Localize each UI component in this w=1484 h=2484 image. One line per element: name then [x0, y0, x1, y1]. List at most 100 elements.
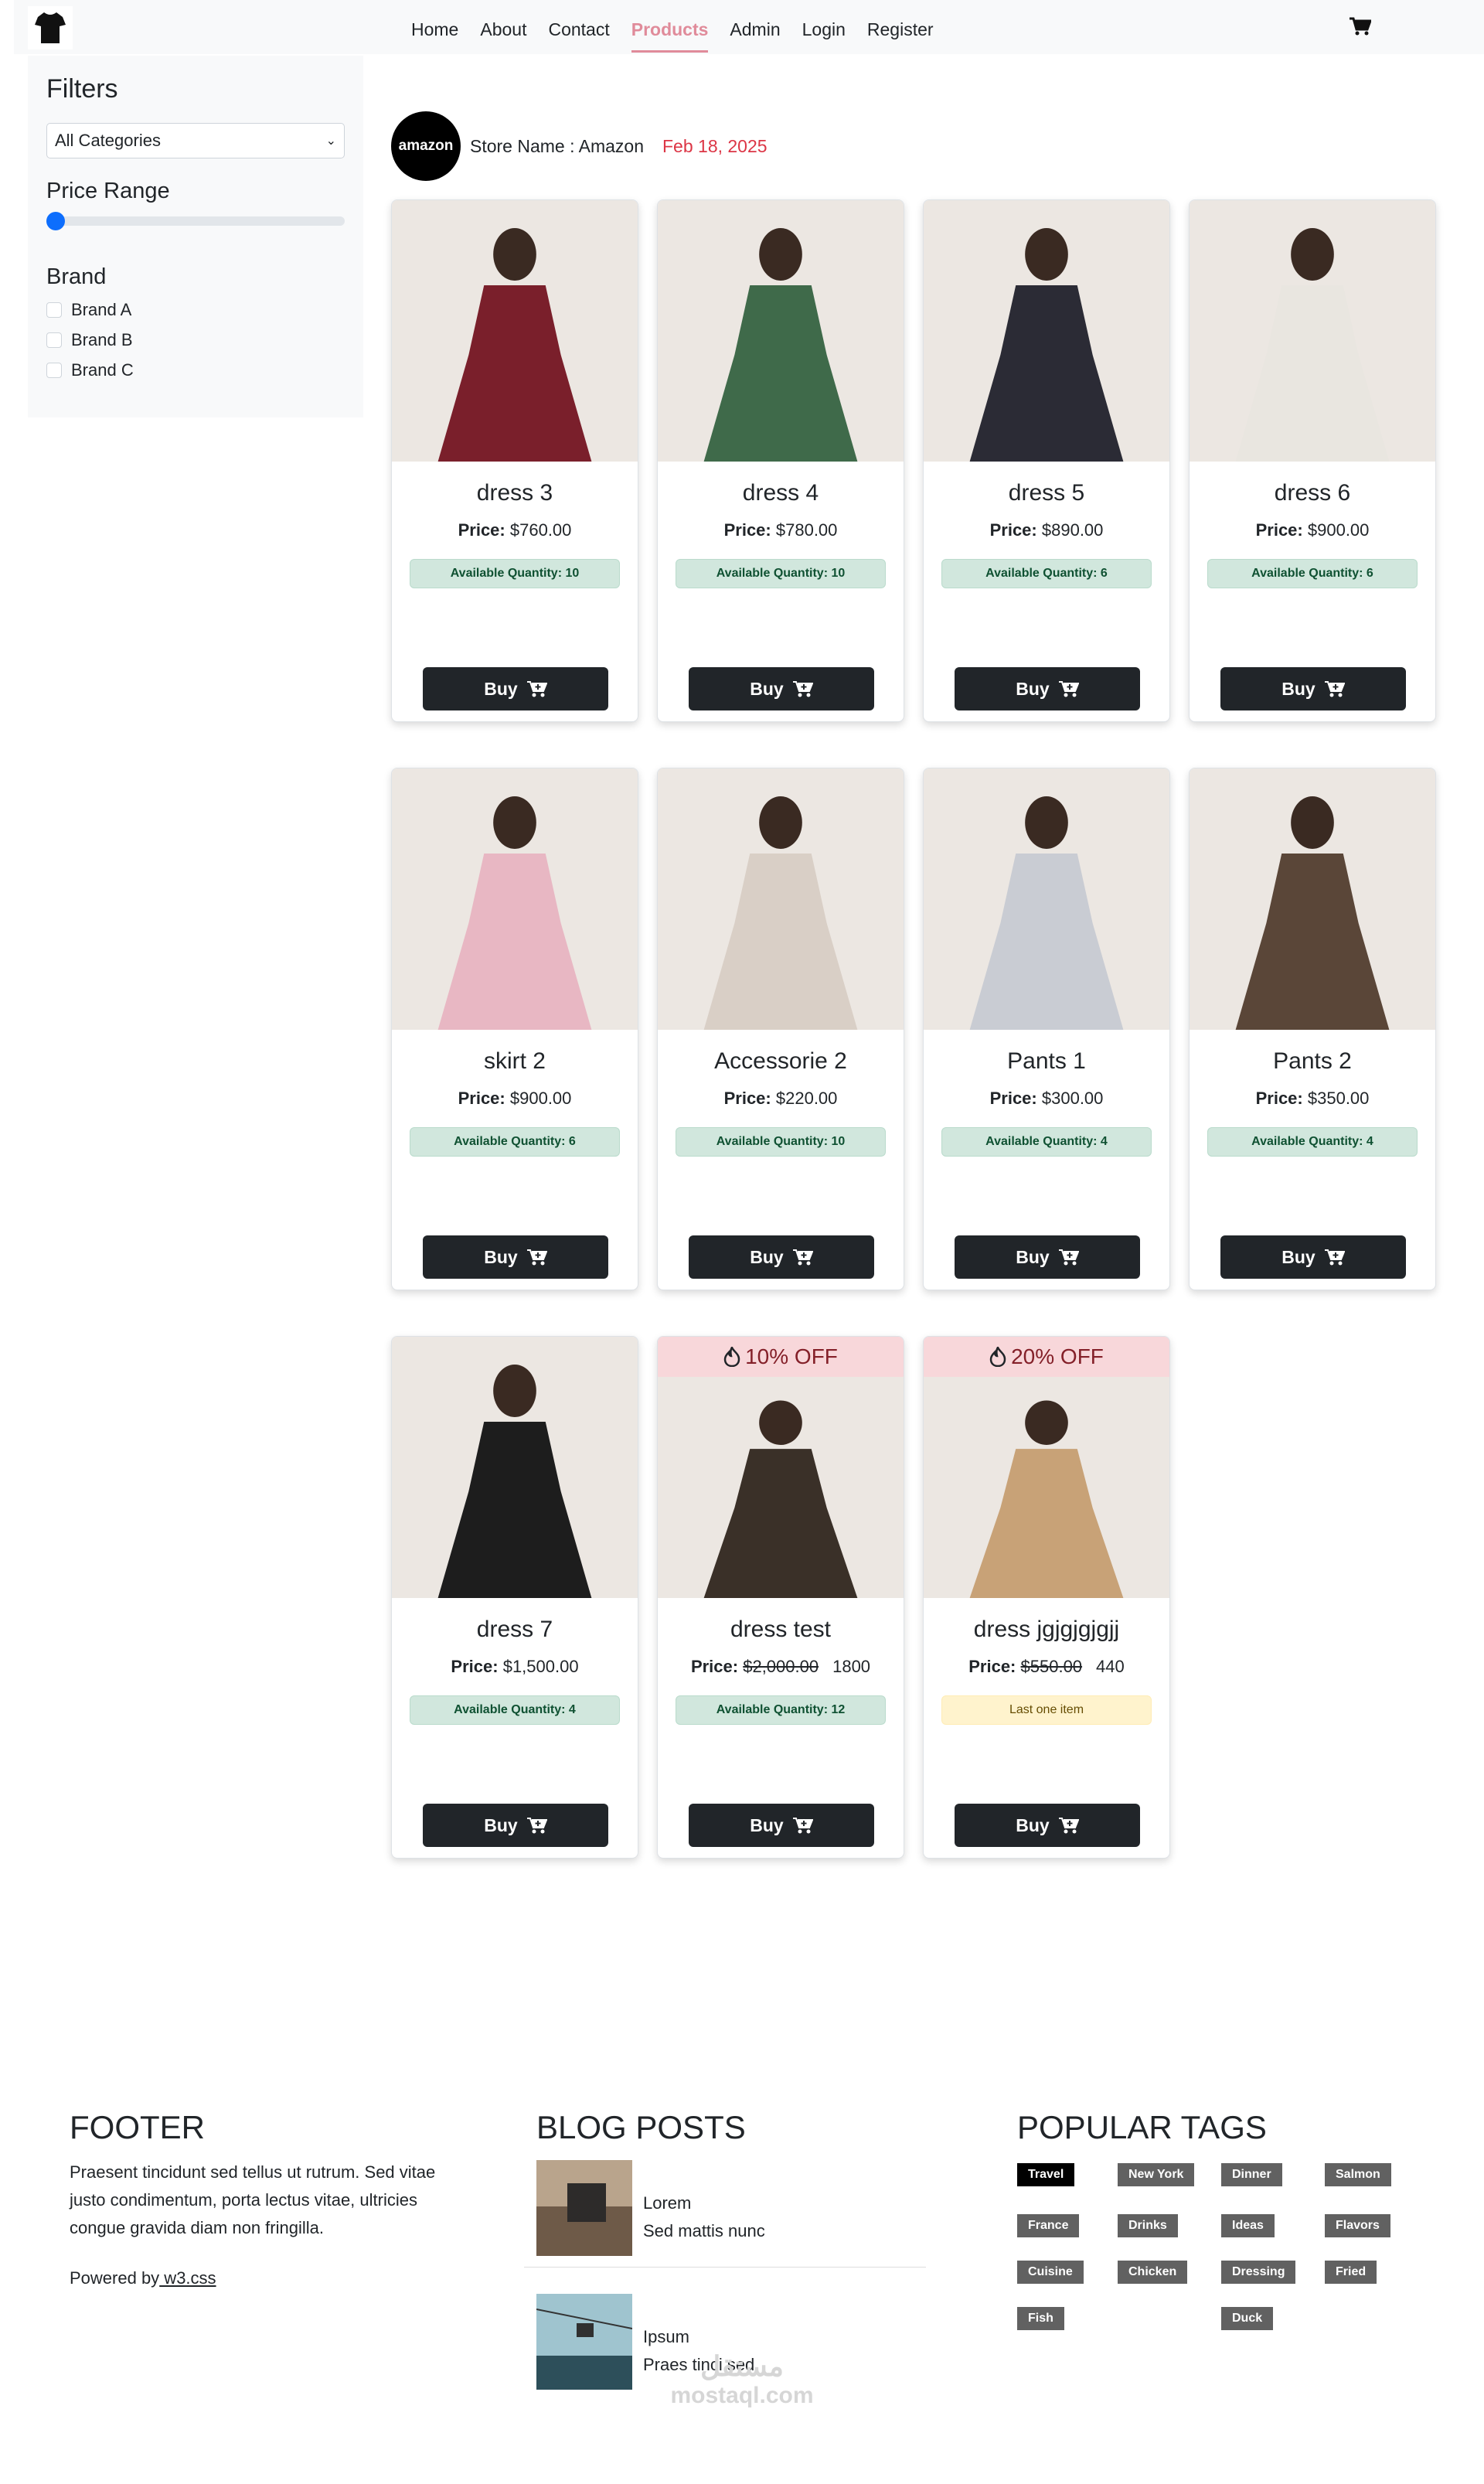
product-title[interactable]: dress 7 [392, 1617, 638, 1643]
product-title[interactable]: dress 5 [924, 480, 1169, 506]
site-logo[interactable] [28, 6, 73, 49]
brand-option-b[interactable]: Brand B [46, 325, 345, 355]
cart-plus-icon [792, 1818, 813, 1834]
shirt-logo-icon [35, 12, 66, 43]
quantity-badge: Available Quantity: 6 [1207, 559, 1418, 588]
price-range-slider[interactable] [46, 212, 345, 230]
product-title[interactable]: Pants 2 [1190, 1048, 1435, 1075]
brand-a-checkbox[interactable] [46, 302, 62, 318]
product-title[interactable]: Accessorie 2 [658, 1048, 904, 1075]
buy-button[interactable]: Buy [689, 667, 874, 710]
brand-option-a[interactable]: Brand A [46, 295, 345, 325]
product-image[interactable] [1190, 768, 1435, 1030]
product-card[interactable]: dress 6 Price: $900.00 Available Quantity:… [1189, 199, 1436, 722]
product-image[interactable] [392, 1337, 638, 1598]
tag-france[interactable]: France [1017, 2214, 1080, 2237]
tags-title: POPULAR TAGS [1017, 2109, 1267, 2145]
buy-button[interactable]: Buy [1220, 1235, 1406, 1279]
product-title[interactable]: skirt 2 [392, 1048, 638, 1075]
watermark: مستقل mostaql.com [670, 2350, 814, 2408]
product-card[interactable]: dress 5 Price: $890.00 Available Quantity:… [923, 199, 1170, 722]
product-card[interactable]: dress 7 Price: $1,500.00 Available Quantit… [391, 1336, 638, 1859]
brand-b-checkbox[interactable] [46, 332, 62, 348]
product-card[interactable]: Pants 2 Price: $350.00 Available Quantity:… [1189, 768, 1436, 1290]
tag-flavors[interactable]: Flavors [1325, 2214, 1390, 2237]
price-range-thumb[interactable] [46, 212, 65, 230]
cart-icon[interactable] [1350, 17, 1373, 39]
product-image[interactable] [1190, 200, 1435, 462]
nav-contact[interactable]: Contact [537, 0, 620, 54]
product-price: Price: $300.00 [989, 1089, 1104, 1108]
product-title[interactable]: dress 6 [1190, 480, 1435, 506]
store-name: Store Name : Amazon [470, 135, 644, 156]
tag-new-york[interactable]: New York [1118, 2163, 1195, 2186]
store-header: amazon Store Name : Amazon Feb 18, 2025 [391, 111, 768, 181]
tag-fish[interactable]: Fish [1017, 2307, 1064, 2330]
footer-about: FOOTER Praesent tincidunt sed tellus ut … [70, 2109, 471, 2288]
tag-dinner[interactable]: Dinner [1221, 2163, 1282, 2186]
product-image[interactable] [392, 200, 638, 462]
nav-about[interactable]: About [469, 0, 537, 54]
product-image[interactable] [924, 200, 1169, 462]
brand-c-checkbox[interactable] [46, 362, 62, 378]
discount-badge: 10% OFF [658, 1337, 904, 1377]
buy-button[interactable]: Buy [423, 667, 608, 710]
buy-button[interactable]: Buy [689, 1804, 874, 1847]
nav-home[interactable]: Home [400, 0, 469, 54]
cart-plus-icon [1058, 1818, 1079, 1834]
tag-chicken[interactable]: Chicken [1118, 2261, 1188, 2284]
tag-salmon[interactable]: Salmon [1325, 2163, 1391, 2186]
tag-duck[interactable]: Duck [1221, 2307, 1274, 2330]
store-logo[interactable]: amazon [391, 111, 461, 181]
quantity-badge: Available Quantity: 12 [676, 1695, 886, 1725]
footer-title: FOOTER [70, 2109, 205, 2145]
product-card[interactable]: dress 3 Price: $760.00 Available Quantity:… [391, 199, 638, 722]
buy-button[interactable]: Buy [423, 1804, 608, 1847]
fire-icon [723, 1347, 740, 1367]
tag-drinks[interactable]: Drinks [1118, 2214, 1178, 2237]
product-card[interactable]: skirt 2 Price: $900.00 Available Quantity:… [391, 768, 638, 1290]
filters-sidebar: Filters All Categories ⌄ Price Range Bra… [28, 56, 363, 417]
fire-icon [989, 1347, 1006, 1367]
product-image[interactable] [658, 200, 904, 462]
product-image[interactable] [658, 768, 904, 1030]
nav-register[interactable]: Register [856, 0, 945, 54]
tag-travel[interactable]: Travel [1017, 2163, 1075, 2186]
buy-button[interactable]: Buy [955, 1804, 1140, 1847]
product-image[interactable] [658, 1377, 904, 1598]
product-card[interactable]: 10% OFF dress test Price: $2,000.00 1800 Ava… [657, 1336, 904, 1859]
product-image[interactable] [924, 768, 1169, 1030]
brand-option-c[interactable]: Brand C [46, 355, 345, 385]
blog-post[interactable]: Lorem Sed mattis nunc [536, 2160, 929, 2256]
product-title[interactable]: dress 3 [392, 480, 638, 506]
product-card[interactable]: Accessorie 2 Price: $220.00 Available Quan… [657, 768, 904, 1290]
buy-button[interactable]: Buy [955, 667, 1140, 710]
product-image[interactable] [392, 768, 638, 1030]
tag-fried[interactable]: Fried [1325, 2261, 1377, 2284]
buy-button[interactable]: Buy [423, 1235, 608, 1279]
product-title[interactable]: Pants 1 [924, 1048, 1169, 1075]
product-title[interactable]: dress 4 [658, 480, 904, 506]
tag-dressing[interactable]: Dressing [1221, 2261, 1296, 2284]
product-image[interactable] [924, 1377, 1169, 1598]
buy-button[interactable]: Buy [1220, 667, 1406, 710]
buy-button[interactable]: Buy [955, 1235, 1140, 1279]
nav-login[interactable]: Login [791, 0, 856, 54]
product-card[interactable]: dress 4 Price: $780.00 Available Quantity:… [657, 199, 904, 722]
tag-ideas[interactable]: Ideas [1221, 2214, 1275, 2237]
product-title[interactable]: dress test [658, 1617, 904, 1643]
buy-button[interactable]: Buy [689, 1235, 874, 1279]
discount-badge: 20% OFF [924, 1337, 1169, 1377]
nav-products[interactable]: Products [621, 0, 720, 54]
product-discounted-price: 1800 [832, 1657, 871, 1676]
product-card[interactable]: Pants 1 Price: $300.00 Available Quantity:… [923, 768, 1170, 1290]
nav-admin[interactable]: Admin [719, 0, 791, 54]
product-card[interactable]: 20% OFF dress jgjgjgjgjj Price: $550.00 440… [923, 1336, 1170, 1859]
product-title[interactable]: dress jgjgjgjgjj [924, 1617, 1169, 1643]
w3css-link[interactable]: w3.css [159, 2268, 216, 2288]
footer-text: Praesent tincidunt sed tellus ut rutrum.… [70, 2162, 436, 2237]
quantity-badge: Available Quantity: 4 [1207, 1127, 1418, 1157]
tag-cuisine[interactable]: Cuisine [1017, 2261, 1084, 2284]
navbar: Home About Contact Products Admin Login … [14, 0, 1484, 54]
category-select[interactable]: All Categories ⌄ [46, 123, 345, 158]
